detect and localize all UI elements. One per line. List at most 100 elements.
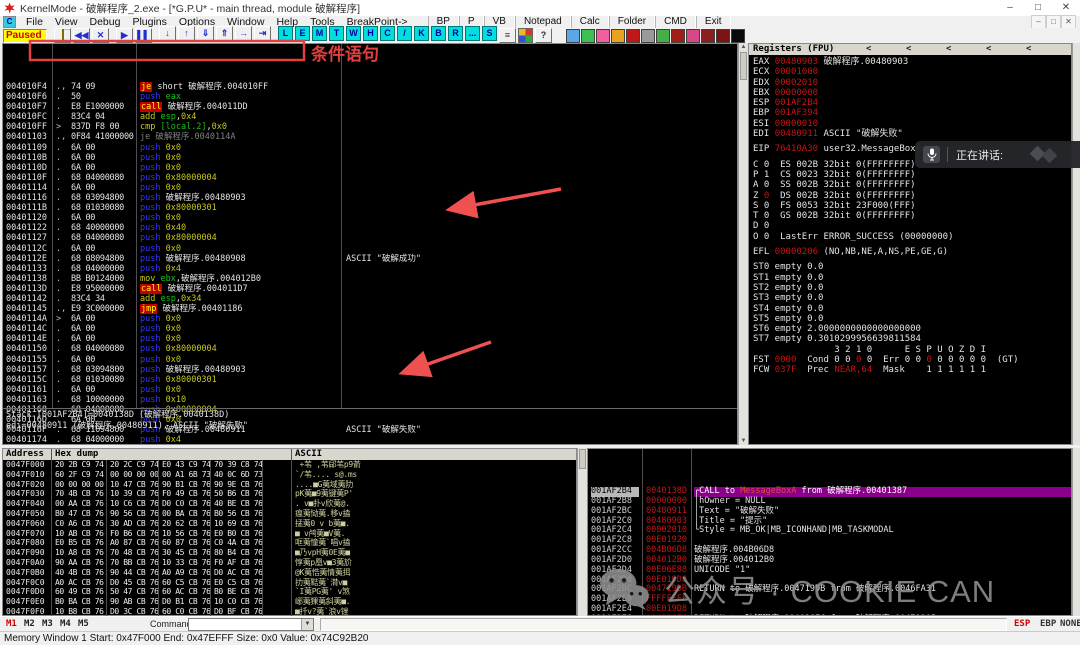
dump-row[interactable]: 0047F0C0 A0 AC CB 76 D0 45 CB 76 60 C5 CB 7… xyxy=(3,578,576,588)
plugin-icon-1[interactable] xyxy=(581,29,595,43)
disasm-row[interactable]: 00401163. 68 10000000 push 0x10 xyxy=(3,395,737,405)
register-line[interactable]: EFL 00000206 (NO,NB,NE,A,NS,PE,GE,G) xyxy=(753,247,1071,257)
dump-row[interactable]: 0047F060 C0 A6 CB 76 30 AD CB 76 20 62 CB 7… xyxy=(3,519,576,529)
command-input[interactable]: ▼ xyxy=(188,618,314,631)
step-button-0[interactable]: ↓ xyxy=(159,25,176,41)
pane-button-C[interactable]: C xyxy=(380,25,395,41)
disasm-row[interactable]: 0040113D. E8 95000000 call 破解程序.004011D7 xyxy=(3,283,737,294)
pane-button-S[interactable]: S xyxy=(482,25,497,41)
menu-item-file[interactable]: File xyxy=(20,16,49,28)
scroll-up-icon[interactable]: ▲ xyxy=(739,43,748,51)
dump-row[interactable]: 0047F090 10 A8 CB 76 70 48 CB 76 30 45 CB 7… xyxy=(3,548,576,558)
plugin-icon-4[interactable] xyxy=(626,29,640,43)
disasm-row[interactable]: 00401142. 83C4 34 add esp,0x34 xyxy=(3,294,737,304)
disasm-row[interactable]: 00401174. 68 04000000 push 0x4 xyxy=(3,435,737,445)
step-button-2[interactable]: ⇓ xyxy=(197,25,214,41)
dump-row[interactable]: 0047F030 70 4B CB 76 10 39 CB 76 F0 49 CB 7… xyxy=(3,489,576,499)
register-line[interactable]: EBX 00000000 xyxy=(753,88,1071,98)
dump-row[interactable]: 0047F0B0 40 4B CB 76 90 44 CB 76 A0 A9 CB 7… xyxy=(3,568,576,578)
register-line[interactable]: ST0 empty 0.0 xyxy=(753,262,1071,272)
register-line[interactable]: 3 2 1 0 E S P U O Z D I xyxy=(753,345,1071,355)
dump-row[interactable]: 0047F0A0 90 AA CB 76 70 BB CB 76 10 33 CB 7… xyxy=(3,558,576,568)
unfold-button[interactable]: < xyxy=(866,44,871,55)
scrollbar-thumb[interactable] xyxy=(740,52,747,80)
register-line[interactable]: S 0 FS 0053 32bit 23F000(FFF) xyxy=(753,201,1071,211)
list-icon[interactable]: ≡ xyxy=(499,28,516,43)
restart-button[interactable]: ◀◀ xyxy=(73,28,90,43)
step-button-1[interactable]: ↑ xyxy=(178,25,195,41)
register-line[interactable]: ESI 00000010 xyxy=(753,119,1071,129)
pane-button-K[interactable]: K xyxy=(414,25,429,41)
scrollbar-thumb[interactable] xyxy=(579,449,586,469)
stack-scrollbar[interactable] xyxy=(1072,448,1080,616)
disasm-row[interactable]: 00401116. 68 03094800 push 破解程序.00480903 xyxy=(3,193,737,203)
pane-button-R[interactable]: R xyxy=(448,25,463,41)
disasm-row[interactable]: 0040114A >6A 00 push 0x0 xyxy=(3,314,737,324)
disasm-row[interactable]: 00401103., 0F84 41000000 je 破解程序.0040114A xyxy=(3,132,737,142)
disasm-row[interactable]: 00401157. 68 03094800 push 破解程序.00480903 xyxy=(3,365,737,375)
pane-button-M[interactable]: M xyxy=(312,25,327,41)
plugin-icon-2[interactable] xyxy=(596,29,610,43)
dump-row[interactable]: 0047F0D0 60 49 CB 76 50 47 CB 76 60 AC CB 7… xyxy=(3,587,576,597)
register-line[interactable]: A 0 SS 002B 32bit 0(FFFFFFFF) xyxy=(753,180,1071,190)
dump-row[interactable]: 0047F010 60 2F C9 74 00 00 00 00 00 A1 6B 7… xyxy=(3,470,576,480)
indicator-none[interactable]: NONE xyxy=(1060,619,1080,629)
disasm-row[interactable]: 00401127. 68 04000080 push 0x80000004 xyxy=(3,233,737,243)
register-line[interactable]: FCW 037F Prec NEAR,64 Mask 1 1 1 1 1 1 xyxy=(753,365,1071,375)
dump-row[interactable]: 0047F0E0 B0 BA CB 76 90 AB CB 76 D0 B1 CB 7… xyxy=(3,597,576,607)
unfold-button[interactable]: < xyxy=(906,44,911,55)
disasm-row[interactable]: 00401133. 68 04000000 push 0x4 xyxy=(3,264,737,274)
register-line[interactable]: ST3 empty 0.0 xyxy=(753,293,1071,303)
disasm-row[interactable]: 00401138. BB B0124000 mov ebx,破解程序.004012B… xyxy=(3,274,737,284)
help-button[interactable]: ? xyxy=(535,28,552,43)
register-line[interactable]: ST2 empty 0.0 xyxy=(753,283,1071,293)
memory-tab-m5[interactable]: M5 xyxy=(78,619,89,629)
dump-scrollbar[interactable] xyxy=(577,448,587,616)
plugin-icon-8[interactable] xyxy=(686,29,700,43)
appearance-icon[interactable] xyxy=(518,28,533,43)
disasm-row[interactable]: 004010FC. 83C4 04 add esp,0x4 xyxy=(3,112,737,122)
open-file-button[interactable] xyxy=(54,28,71,43)
disasm-row[interactable]: 004010F7. E8 E1000000 call 破解程序.004011DD xyxy=(3,102,737,113)
disasm-row[interactable]: 00401120. 6A 00 push 0x0 xyxy=(3,213,737,223)
chevron-down-icon[interactable]: ▼ xyxy=(301,619,313,630)
step-button-5[interactable]: ⇥ xyxy=(254,25,271,41)
plugin-icon-3[interactable] xyxy=(611,29,625,43)
unfold-button[interactable]: < xyxy=(1026,44,1031,55)
menu-item-debug[interactable]: Debug xyxy=(84,16,127,28)
pane-button-L[interactable]: L xyxy=(278,25,293,41)
pane-button-T[interactable]: T xyxy=(329,25,344,41)
plugin-icon-6[interactable] xyxy=(656,29,670,43)
indicator-esp[interactable]: ESP xyxy=(1014,619,1030,629)
scroll-down-icon[interactable]: ▼ xyxy=(739,437,748,445)
pane-button-E[interactable]: E xyxy=(295,25,310,41)
dump-row[interactable]: 0047F000 20 2B C9 74 20 2C C9 74 E0 43 C9 7… xyxy=(3,460,576,470)
memory-tab-m3[interactable]: M3 xyxy=(42,619,53,629)
disasm-row[interactable]: 004010F4., 74 09 je short 破解程序.004010FF xyxy=(3,82,737,92)
disassembly-scrollbar[interactable]: ▲ ▼ xyxy=(738,43,748,445)
disasm-row[interactable]: 0040114C. 6A 00 push 0x0 xyxy=(3,324,737,334)
register-line[interactable]: O 0 LastErr ERROR_SUCCESS (00000000) xyxy=(753,232,1071,242)
step-button-3[interactable]: ⇑ xyxy=(216,25,233,41)
disasm-row[interactable]: 00401150. 68 04000080 push 0x80000004 xyxy=(3,344,737,354)
disasm-row[interactable]: 0040112C. 6A 00 push 0x0 xyxy=(3,244,737,254)
register-line[interactable]: ECX 00001000 xyxy=(753,67,1071,77)
register-line[interactable]: D 0 xyxy=(753,221,1071,231)
disasm-row[interactable]: 0040111B. 68 01030080 push 0x80000301 xyxy=(3,203,737,213)
menu-item-view[interactable]: View xyxy=(49,16,84,28)
mdi-minimize-icon[interactable]: – xyxy=(1031,15,1046,29)
close-program-button[interactable]: ✕ xyxy=(92,28,109,43)
plugin-icon-9[interactable] xyxy=(701,29,715,43)
register-line[interactable]: T 0 GS 002B 32bit 0(FFFFFFFF) xyxy=(753,211,1071,221)
maximize-icon[interactable]: □ xyxy=(1024,0,1052,16)
disasm-row[interactable]: 004010F6. 50 push eax xyxy=(3,92,737,102)
dump-row[interactable]: 0047F020 00 00 00 00 10 47 CB 76 90 B1 CB 7… xyxy=(3,480,576,490)
disasm-row[interactable]: 00401155. 6A 00 push 0x0 xyxy=(3,355,737,365)
disasm-row[interactable]: 00401122. 68 40000000 push 0x40 xyxy=(3,223,737,233)
disasm-row[interactable]: 0040110D. 6A 00 push 0x0 xyxy=(3,163,737,173)
disasm-row[interactable]: 00401114. 6A 00 push 0x0 xyxy=(3,183,737,193)
quick-button-notepad[interactable]: Notepad xyxy=(514,16,571,28)
dump-row[interactable]: 0047F070 10 AB CB 76 F0 B6 CB 76 10 56 CB 7… xyxy=(3,529,576,539)
dump-row[interactable]: 0047F050 B0 47 CB 76 90 56 CB 76 00 BA CB 7… xyxy=(3,509,576,519)
quick-button-calc[interactable]: Calc xyxy=(570,16,609,28)
